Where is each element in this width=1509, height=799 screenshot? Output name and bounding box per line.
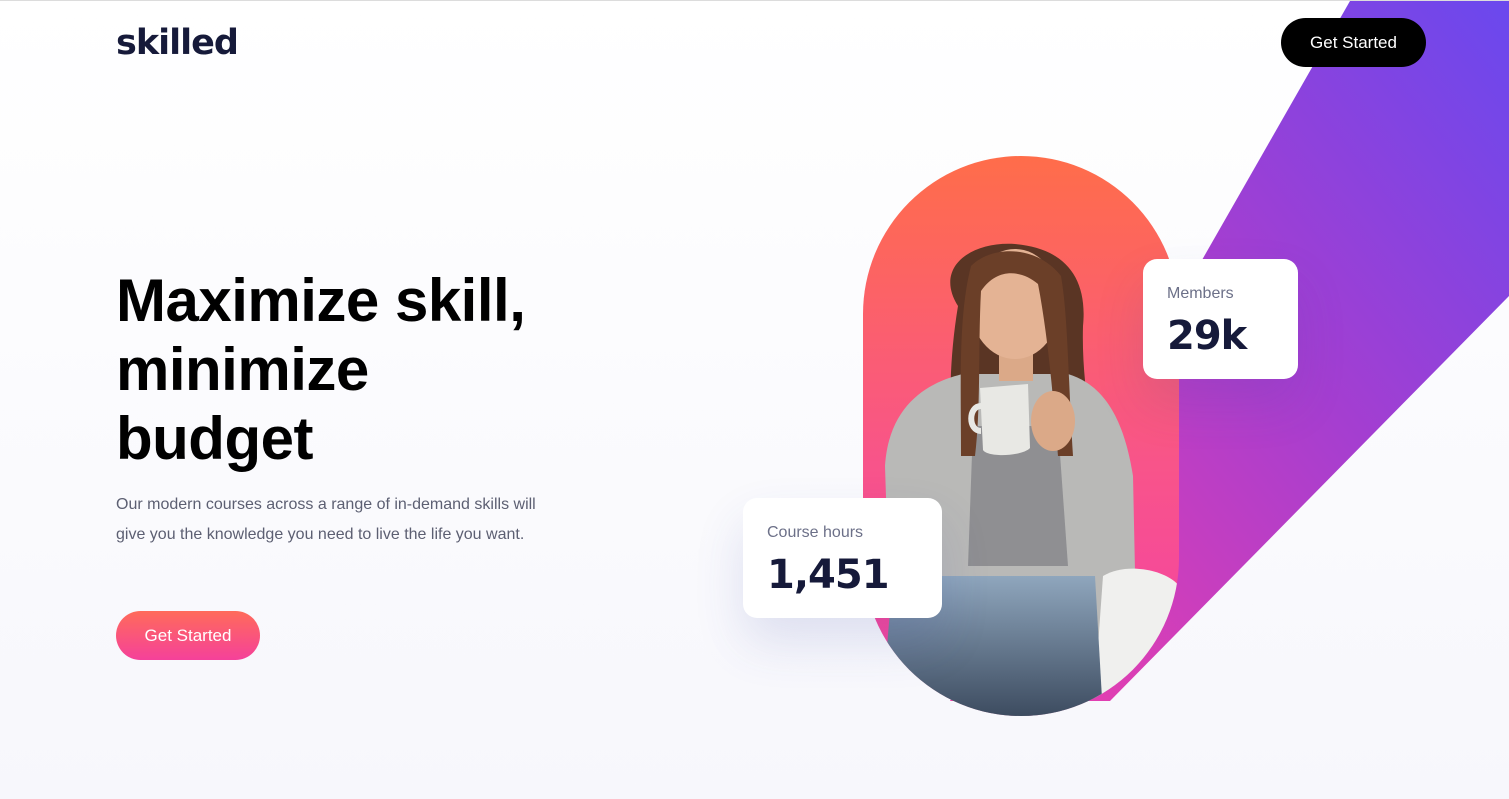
members-value: 29k (1167, 313, 1247, 359)
course-hours-stat-card: Course hours 1,451 (743, 498, 942, 618)
members-stat-card: Members 29k (1143, 259, 1298, 379)
woman-drinking-coffee-illustration (881, 243, 1179, 716)
hero-get-started-button[interactable]: Get Started (116, 611, 260, 660)
hero-headline: Maximize skill, minimize budget (116, 267, 526, 472)
course-hours-label: Course hours (767, 524, 864, 541)
hero-photo (863, 156, 1179, 716)
members-label: Members (1167, 285, 1234, 302)
brand-logo[interactable]: skilled (116, 23, 239, 63)
course-hours-value: 1,451 (767, 552, 890, 598)
header-get-started-button[interactable]: Get Started (1281, 18, 1426, 67)
hero-description: Our modern courses across a range of in-… (116, 496, 536, 543)
